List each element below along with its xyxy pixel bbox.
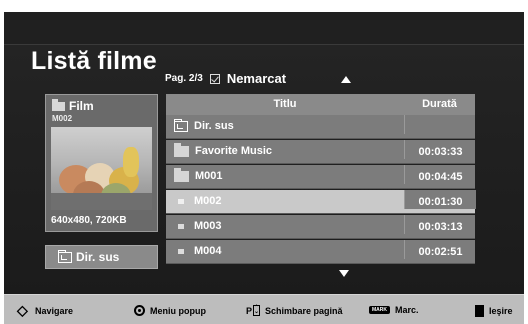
preview-code: M002 (52, 114, 73, 123)
folder-icon (52, 99, 65, 111)
table-row[interactable]: M001 00:04:45 (166, 165, 475, 189)
navigate-arrows-icon (17, 302, 30, 319)
file-icon (178, 248, 184, 254)
dir-up-icon (58, 249, 72, 263)
footer-bar: Navigare Meniu popup P ⌃⌄ Schimbare pagi… (4, 294, 524, 324)
footer-mark: MARK Marc. (369, 305, 419, 315)
page-number: Pag. 2/3 (165, 73, 203, 84)
footer-popup: Meniu popup (134, 305, 206, 316)
page-key-icon: P ⌃ ⌄ (246, 305, 261, 316)
page-change-label: Schimbare pagină (265, 305, 343, 316)
table-row[interactable]: Dir. sus (166, 115, 475, 139)
table-row-selected[interactable]: M002 00:01:30 (166, 190, 476, 214)
mark-key-icon: MARK (369, 306, 390, 314)
preview-panel: Film M002 640x480, 720KB (45, 94, 158, 232)
row-duration: 00:03:13 (404, 215, 476, 234)
scroll-up-arrow-icon[interactable] (341, 76, 351, 83)
navigate-label: Navigare (35, 306, 74, 316)
row-title: M003 (194, 220, 222, 232)
scroll-down-arrow-icon[interactable] (339, 270, 349, 277)
footer-page-change: P ⌃ ⌄ Schimbare pagină (246, 305, 343, 316)
row-duration: 00:04:45 (404, 165, 476, 184)
preview-title: Film (52, 99, 94, 113)
table-header: Titlu Durată (166, 94, 475, 115)
page-title: Listă filme (31, 47, 157, 75)
row-name: M001 (174, 167, 223, 182)
mark-label: Marc. (395, 305, 419, 315)
folder-icon (174, 142, 189, 157)
row-title: M001 (195, 170, 223, 182)
footer-exit: Ieşire (475, 305, 513, 317)
row-duration: 00:02:51 (404, 240, 476, 259)
ok-button-icon (134, 305, 145, 316)
row-name: Dir. sus (174, 118, 234, 132)
fruit-shape (123, 147, 139, 177)
column-title: Titlu (273, 98, 297, 110)
row-name: M002 (174, 195, 222, 207)
row-title: M002 (194, 195, 222, 207)
row-name: Favorite Music (174, 142, 273, 157)
page-updown-icon: ⌃ ⌄ (253, 305, 261, 316)
file-icon (178, 223, 184, 229)
checkbox-icon[interactable] (209, 73, 220, 84)
exit-key-icon (475, 305, 484, 317)
mark-filter-label[interactable]: Nemarcat (227, 71, 286, 86)
row-title: Dir. sus (194, 120, 234, 132)
column-duration: Durată (422, 98, 457, 110)
dir-up-label: Dir. sus (76, 250, 120, 264)
row-duration (404, 115, 476, 134)
p-key-label: P (246, 305, 253, 316)
row-name: M003 (174, 220, 222, 232)
table-row[interactable]: M004 00:02:51 (166, 240, 475, 264)
folder-icon (174, 167, 189, 182)
preview-thumbnail (51, 127, 152, 210)
row-name: M004 (174, 245, 222, 257)
fruit-shape (51, 193, 152, 210)
dir-up-icon (174, 118, 188, 132)
row-title: M004 (194, 245, 222, 257)
row-title: Favorite Music (195, 145, 273, 157)
table-row[interactable]: Favorite Music 00:03:33 (166, 140, 475, 164)
table-row[interactable]: M003 00:03:13 (166, 215, 475, 239)
preview-info: 640x480, 720KB (51, 215, 127, 226)
exit-label: Ieşire (489, 306, 513, 316)
file-icon (178, 198, 184, 204)
footer-navigate: Navigare (17, 302, 74, 319)
preview-folder-name: Film (69, 99, 94, 113)
dir-up-button[interactable]: Dir. sus (45, 245, 158, 269)
row-duration: 00:01:30 (404, 190, 476, 209)
movie-table: Titlu Durată Dir. sus Favorite Music 00:… (166, 94, 476, 268)
top-band (4, 12, 524, 45)
row-duration: 00:03:33 (404, 140, 476, 159)
page-info: Pag. 2/3 Nemarcat (165, 71, 286, 86)
popup-menu-label: Meniu popup (150, 305, 206, 316)
